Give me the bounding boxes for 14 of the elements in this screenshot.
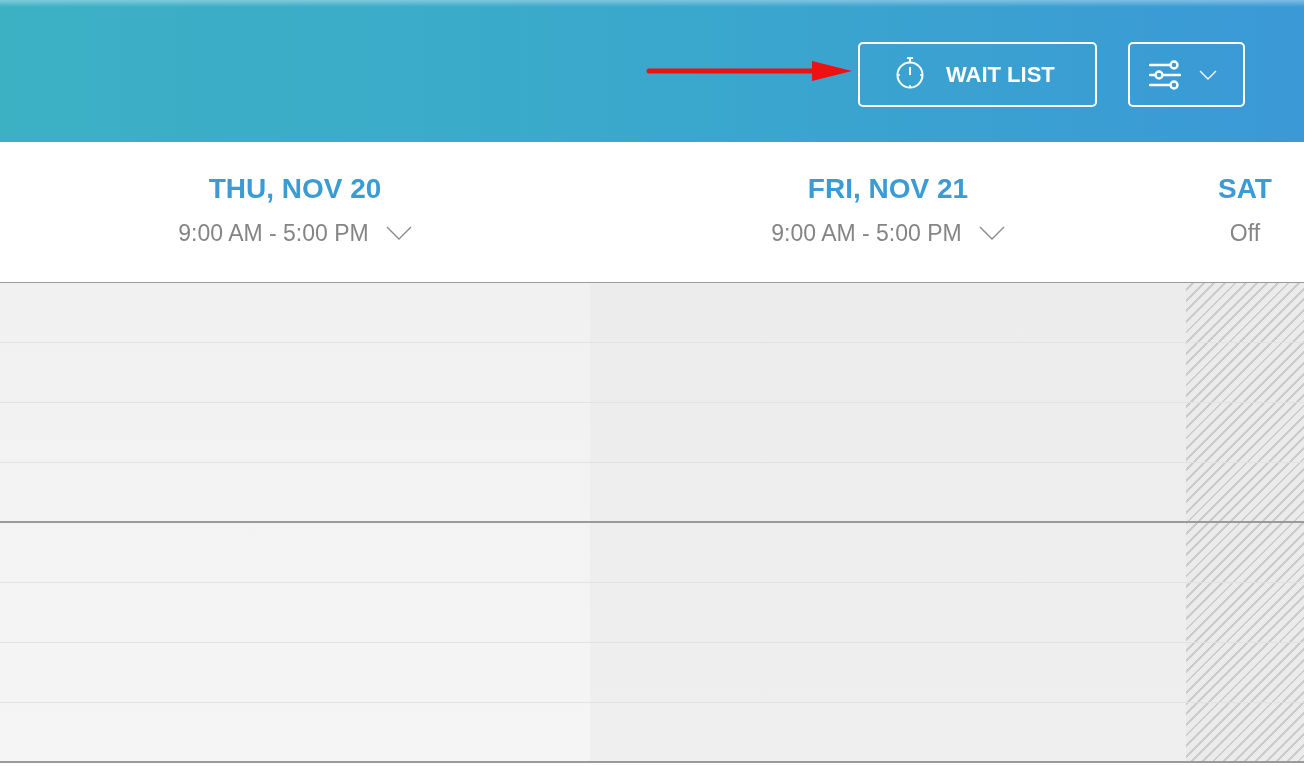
sliders-icon — [1149, 59, 1181, 90]
day-status: Off — [1229, 219, 1261, 248]
hours-dropdown[interactable]: 9:00 AM - 5:00 PM — [178, 218, 412, 248]
filter-button[interactable] — [1128, 42, 1245, 107]
day-date: SAT — [1218, 172, 1272, 206]
hours-dropdown[interactable]: 9:00 AM - 5:00 PM — [771, 218, 1005, 248]
wait-list-button[interactable]: WAIT LIST — [858, 42, 1097, 107]
day-date: FRI, NOV 21 — [807, 172, 969, 206]
chevron-down-icon — [978, 226, 1005, 240]
day-date: THU, NOV 20 — [208, 172, 382, 206]
chevron-down-icon — [385, 226, 412, 240]
stopwatch-icon — [895, 56, 925, 89]
annotation-arrow-icon — [646, 61, 852, 81]
chevron-down-icon — [1199, 69, 1217, 80]
